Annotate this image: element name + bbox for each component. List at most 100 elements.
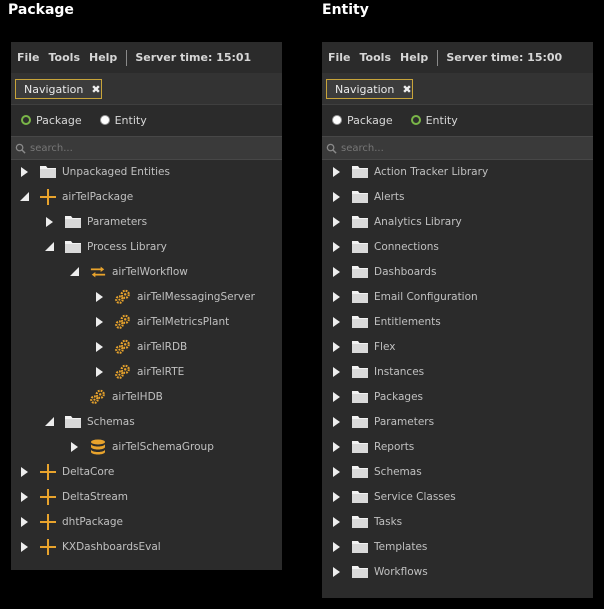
expanded-arrow-icon[interactable] (44, 417, 54, 427)
collapsed-arrow-icon[interactable] (19, 491, 29, 502)
expanded-arrow-icon[interactable] (19, 192, 29, 202)
tree-item[interactable]: DeltaCore (19, 459, 114, 484)
collapsed-arrow-icon[interactable] (331, 216, 341, 227)
tab-label: Navigation (335, 82, 395, 96)
tree-item[interactable]: airTelMessagingServer (94, 284, 255, 309)
close-icon[interactable]: ✖ (402, 83, 411, 96)
menu-file[interactable]: File (328, 51, 351, 64)
collapsed-arrow-icon[interactable] (19, 516, 29, 527)
collapsed-arrow-icon[interactable] (94, 291, 104, 302)
tree-item[interactable]: Action Tracker Library (331, 159, 488, 184)
collapsed-arrow-icon[interactable] (331, 416, 341, 427)
radio-selected-icon (410, 115, 421, 125)
tree-item[interactable]: Process Library (44, 234, 167, 259)
collapsed-arrow-icon[interactable] (331, 266, 341, 277)
collapsed-arrow-icon[interactable] (94, 316, 104, 327)
collapsed-arrow-icon[interactable] (94, 341, 104, 352)
tree-item[interactable]: DeltaStream (19, 484, 128, 509)
collapsed-arrow-icon[interactable] (331, 391, 341, 402)
tree-item[interactable]: Alerts (331, 184, 404, 209)
tree-item[interactable]: Packages (331, 384, 423, 409)
collapsed-arrow-icon[interactable] (69, 441, 79, 452)
collapsed-arrow-icon[interactable] (331, 516, 341, 527)
tree-item[interactable]: Connections (331, 234, 439, 259)
tree-item[interactable]: Schemas (44, 409, 135, 434)
tree-item[interactable]: Templates (331, 534, 427, 559)
collapsed-arrow-icon[interactable] (331, 466, 341, 477)
tree-item[interactable]: Reports (331, 434, 414, 459)
tab-navigation[interactable]: Navigation ✖ (326, 79, 413, 99)
tree-item[interactable]: Instances (331, 359, 424, 384)
search-input[interactable]: search... (11, 136, 282, 160)
view-mode-radios: Package Entity (11, 105, 282, 135)
package-heading: Package (8, 2, 74, 18)
tree-item[interactable]: Dashboards (331, 259, 436, 284)
tree-item[interactable]: Service Classes (331, 484, 456, 509)
tab-navigation[interactable]: Navigation ✖ (15, 79, 102, 99)
tree-item[interactable]: airTelRTE (94, 359, 184, 384)
tree-item[interactable]: dhtPackage (19, 509, 123, 534)
tree-item[interactable]: Email Configuration (331, 284, 478, 309)
collapsed-arrow-icon[interactable] (331, 166, 341, 177)
folder-icon (352, 465, 368, 479)
tree-item[interactable]: airTelSchemaGroup (69, 434, 214, 459)
tree-item[interactable]: airTelMetricsPlant (94, 309, 229, 334)
tree-item[interactable]: Parameters (331, 409, 434, 434)
tree-item-label: airTelRTE (137, 365, 185, 378)
tree-item[interactable]: Workflows (331, 559, 428, 584)
radio-package[interactable]: Package (332, 114, 393, 127)
tree-item[interactable]: airTelHDB (69, 384, 163, 409)
search-placeholder: search... (341, 142, 384, 154)
collapsed-arrow-icon[interactable] (331, 441, 341, 452)
collapsed-arrow-icon[interactable] (331, 366, 341, 377)
menu-tools[interactable]: Tools (360, 51, 391, 64)
collapsed-arrow-icon[interactable] (331, 316, 341, 327)
collapsed-arrow-icon[interactable] (19, 541, 29, 552)
tree-item[interactable]: Analytics Library (331, 209, 462, 234)
collapsed-arrow-icon[interactable] (19, 466, 29, 477)
radio-entity[interactable]: Entity (410, 113, 458, 127)
tree-item[interactable]: Entitlements (331, 309, 441, 334)
expanded-arrow-icon[interactable] (69, 267, 79, 277)
search-input[interactable]: search... (322, 136, 593, 160)
collapsed-arrow-icon[interactable] (331, 566, 341, 577)
collapsed-arrow-icon[interactable] (331, 191, 341, 202)
folder-icon (352, 565, 368, 579)
folder-icon (65, 215, 81, 229)
collapsed-arrow-icon[interactable] (44, 216, 54, 227)
tree-item[interactable]: Flex (331, 334, 395, 359)
collapsed-arrow-icon[interactable] (19, 166, 29, 177)
tree-item-label: Schemas (87, 415, 135, 428)
menu-help[interactable]: Help (89, 51, 117, 64)
collapsed-arrow-icon[interactable] (331, 541, 341, 552)
close-icon[interactable]: ✖ (91, 83, 100, 96)
tree-item-label: Connections (374, 240, 439, 253)
collapsed-arrow-icon[interactable] (331, 291, 341, 302)
tree-item[interactable]: Tasks (331, 509, 402, 534)
tree-item[interactable]: airTelPackage (19, 184, 133, 209)
tree-item-label: DeltaCore (62, 465, 115, 478)
tree-item[interactable]: Parameters (44, 209, 147, 234)
expanded-arrow-icon[interactable] (44, 242, 54, 252)
folder-icon (352, 290, 368, 304)
tree-item[interactable]: airTelWorkflow (69, 259, 188, 284)
collapsed-arrow-icon[interactable] (331, 241, 341, 252)
folder-icon (352, 390, 368, 404)
folder-icon (352, 515, 368, 529)
package-plus-icon (40, 488, 56, 505)
collapsed-arrow-icon[interactable] (331, 491, 341, 502)
menu-help[interactable]: Help (400, 51, 428, 64)
tree-item[interactable]: Schemas (331, 459, 422, 484)
menu-tools[interactable]: Tools (49, 51, 80, 64)
radio-entity-label: Entity (425, 113, 458, 127)
tree-item-label: Service Classes (374, 490, 456, 503)
tree-item[interactable]: airTelRDB (94, 334, 187, 359)
collapsed-arrow-icon[interactable] (331, 341, 341, 352)
tree-item[interactable]: Unpackaged Entities (19, 159, 170, 184)
menu-file[interactable]: File (17, 51, 40, 64)
radio-entity[interactable]: Entity (99, 114, 147, 127)
radio-package[interactable]: Package (21, 114, 82, 127)
package-plus-icon (40, 188, 56, 205)
collapsed-arrow-icon[interactable] (94, 366, 104, 377)
tree-item[interactable]: KXDashboardsEval (19, 534, 161, 559)
